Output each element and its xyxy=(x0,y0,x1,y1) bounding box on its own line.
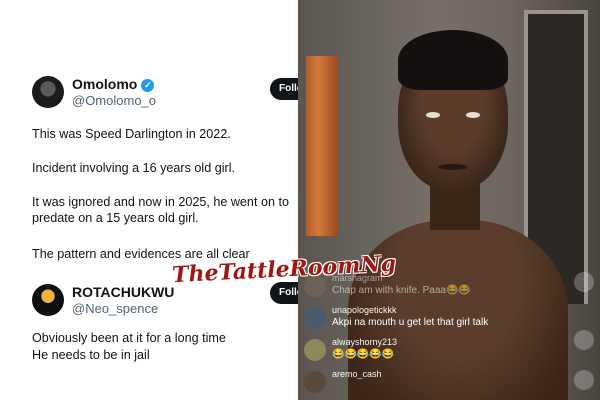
reply-line-1: Obviously been at it for a long time xyxy=(32,331,226,345)
avatar[interactable] xyxy=(32,284,64,316)
tweet-author-handle[interactable]: @Neo_spence xyxy=(72,301,158,316)
avatar[interactable] xyxy=(32,76,64,108)
list-item: alwayshorny213 😂😂😂😂😂 xyxy=(304,336,594,366)
live-comments-list: marshagram Chap am with knife. Paaa😂😂 un… xyxy=(304,272,594,400)
comment-text: 😂😂😂😂😂 xyxy=(332,349,395,360)
avatar[interactable] xyxy=(304,371,326,393)
follow-button[interactable]: Follo xyxy=(270,78,298,100)
tweet-author-name[interactable]: ROTACHUKWU xyxy=(72,284,174,300)
tweet-author-name[interactable]: Omolomo ✓ xyxy=(72,76,155,92)
reply-line-2: He needs to be in jail xyxy=(32,348,150,362)
list-item: aremo_cash xyxy=(304,368,594,398)
live-video-panel[interactable]: marshagram Chap am with knife. Paaa😂😂 un… xyxy=(298,0,600,400)
comment-username[interactable]: unapologetickkk xyxy=(332,305,397,315)
avatar[interactable] xyxy=(304,339,326,361)
tweet-paragraph-3: It was ignored and now in 2025, he went … xyxy=(32,195,289,225)
verified-badge-icon: ✓ xyxy=(141,79,155,92)
avatar[interactable] xyxy=(304,307,326,329)
follow-button[interactable]: Follo xyxy=(270,282,298,304)
tweet-screenshot-panel: Omolomo✓ @Omolomo_o Follo This was Speed… xyxy=(0,0,298,400)
comment-username[interactable]: alwayshorny213 xyxy=(332,337,397,347)
tweet-author-handle[interactable]: @Omolomo_o xyxy=(72,93,156,108)
list-item: unapologetickkk Akpi na mouth u get let … xyxy=(304,304,594,334)
comment-text: Akpi na mouth u get let that girl talk xyxy=(332,317,489,328)
tweet-paragraph-1: This was Speed Darlington in 2022. xyxy=(32,127,231,141)
comment-username[interactable]: aremo_cash xyxy=(332,369,382,379)
comment-text: Chap am with knife. Paaa😂😂 xyxy=(332,285,471,296)
tweet-paragraph-2: Incident involving a 16 years old girl. xyxy=(32,161,236,175)
curtain xyxy=(306,56,338,236)
